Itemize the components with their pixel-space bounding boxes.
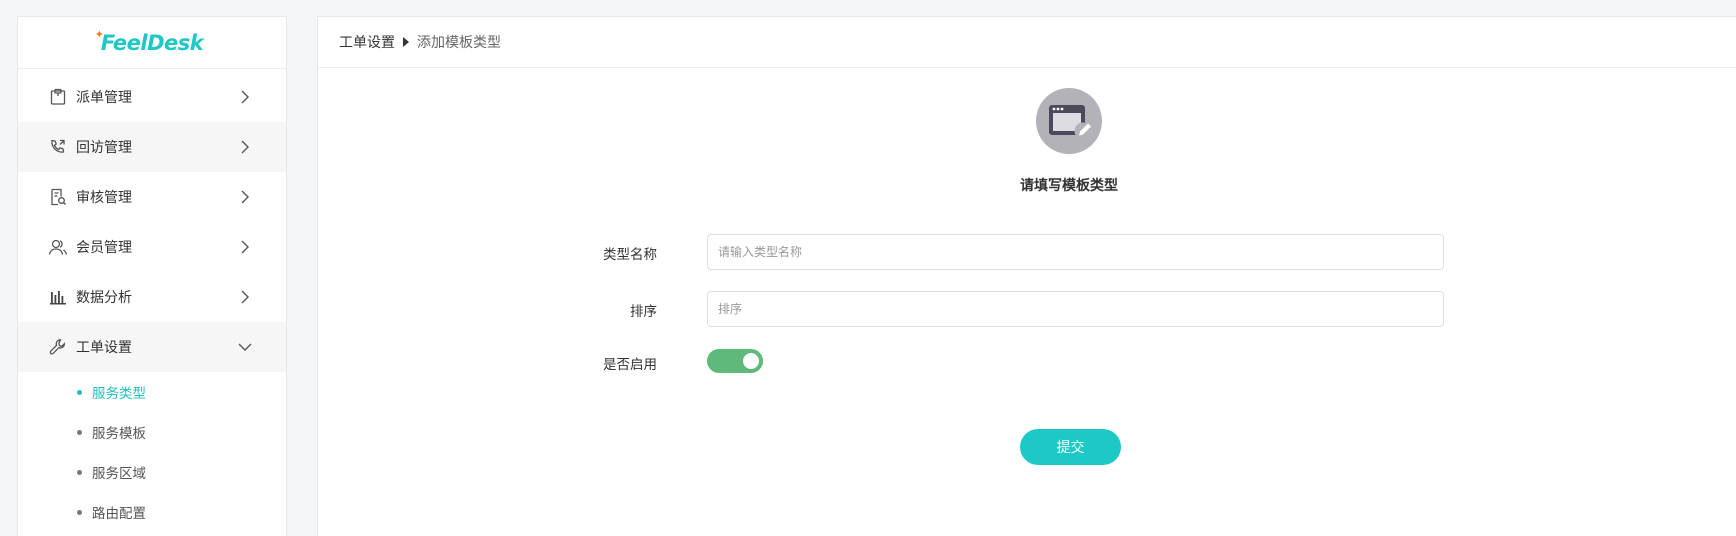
bullet-dot xyxy=(77,509,82,515)
sidebar-subitem-service-area[interactable]: 服务区域 xyxy=(18,452,286,492)
sidebar-subitem-service-template[interactable]: 服务模板 xyxy=(18,412,286,452)
wrench-icon xyxy=(48,337,68,357)
breadcrumb: 工单设置 添加模板类型 xyxy=(318,17,1736,68)
chevron-down-icon xyxy=(237,339,253,355)
sort-input[interactable] xyxy=(707,291,1444,327)
chevron-right-icon xyxy=(237,189,253,205)
breadcrumb-current: 添加模板类型 xyxy=(417,35,501,51)
logo-text: FeelDesk xyxy=(100,30,204,55)
type-name-input[interactable] xyxy=(707,234,1444,270)
sidebar-item-label: 工单设置 xyxy=(76,340,132,356)
sidebar-subitem-label: 服务模板 xyxy=(92,426,146,442)
phone-callback-icon xyxy=(48,137,68,157)
document-search-icon xyxy=(48,187,68,207)
browser-edit-icon xyxy=(1036,88,1102,154)
sidebar-subitem-label: 路由配置 xyxy=(92,506,146,522)
bullet-dot xyxy=(77,469,82,475)
users-icon xyxy=(48,237,68,257)
sidebar-item-label: 派单管理 xyxy=(76,90,132,106)
sidebar-nav: 派单管理 回访管理 审核管理 会员管理 数据分析 工单设置 服务类型 服务模板 … xyxy=(18,69,286,532)
sidebar: ✦ FeelDesk 派单管理 回访管理 审核管理 会员管理 数据分析 工单设置… xyxy=(17,16,287,536)
sidebar-subitem-routing[interactable]: 路由配置 xyxy=(18,492,286,532)
sidebar-item-label: 审核管理 xyxy=(76,190,132,206)
sort-label: 排序 xyxy=(630,304,657,320)
sidebar-item-members[interactable]: 会员管理 xyxy=(18,222,286,272)
enable-label: 是否启用 xyxy=(603,357,657,373)
breadcrumb-parent[interactable]: 工单设置 xyxy=(339,32,395,52)
sidebar-item-label: 回访管理 xyxy=(76,140,132,156)
bullet-dot xyxy=(77,429,82,435)
sidebar-item-label: 会员管理 xyxy=(76,240,132,256)
chevron-right-icon xyxy=(237,239,253,255)
main-panel: 工单设置 添加模板类型 请填写模板类型 类型名称 排序 是否启用 提交 xyxy=(317,16,1736,536)
logo-spark-icon: ✦ xyxy=(94,27,104,41)
toggle-knob xyxy=(743,353,759,369)
sidebar-subitem-label: 服务区域 xyxy=(92,466,146,482)
sidebar-item-dispatch[interactable]: 派单管理 xyxy=(18,72,286,122)
sidebar-subitem-label: 服务类型 xyxy=(92,386,146,402)
form-title: 请填写模板类型 xyxy=(1020,178,1118,194)
chevron-right-icon xyxy=(237,139,253,155)
enable-toggle[interactable] xyxy=(707,349,763,373)
sidebar-item-review[interactable]: 审核管理 xyxy=(18,172,286,222)
clipboard-icon xyxy=(48,87,68,107)
sidebar-item-label: 数据分析 xyxy=(76,290,132,306)
sidebar-item-ticket-settings[interactable]: 工单设置 xyxy=(18,322,286,372)
bar-chart-icon xyxy=(48,287,68,307)
bullet-dot xyxy=(77,389,82,395)
sidebar-subitem-service-type[interactable]: 服务类型 xyxy=(18,372,286,412)
submit-button[interactable]: 提交 xyxy=(1020,429,1121,465)
chevron-right-icon xyxy=(237,289,253,305)
sidebar-item-callback[interactable]: 回访管理 xyxy=(18,122,286,172)
logo[interactable]: ✦ FeelDesk xyxy=(18,17,286,69)
sidebar-item-analytics[interactable]: 数据分析 xyxy=(18,272,286,322)
name-label: 类型名称 xyxy=(603,247,657,263)
chevron-right-icon xyxy=(237,89,253,105)
caret-right-icon xyxy=(403,37,409,47)
